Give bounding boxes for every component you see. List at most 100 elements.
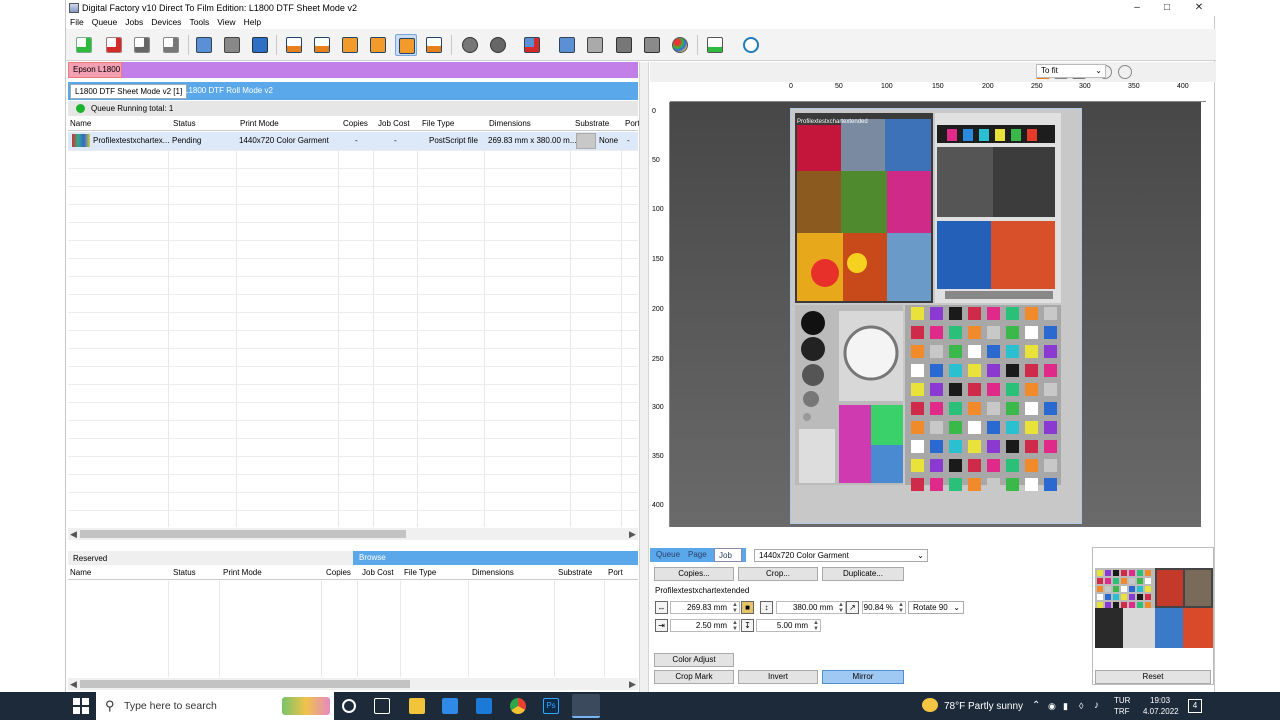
res-col-status[interactable]: Status: [173, 568, 196, 577]
pause-job-button[interactable]: [160, 34, 182, 56]
table-row[interactable]: Profilextestxchartex... Pending 1440x720…: [68, 132, 638, 150]
menu-view[interactable]: View: [217, 16, 235, 29]
col-port[interactable]: Port: [625, 119, 640, 128]
digital-factory-taskbar-icon[interactable]: [572, 694, 600, 718]
res-col-copies[interactable]: Copies: [326, 568, 351, 577]
job-artwork[interactable]: Profilextestxchartextended: [795, 113, 1061, 491]
reserved-scroll-left-icon[interactable]: ◀: [70, 678, 77, 690]
store-icon[interactable]: [442, 698, 458, 714]
printer-config-button[interactable]: [641, 34, 663, 56]
scale-field[interactable]: 90.84 % ▲ ▼: [862, 601, 906, 614]
tab-page[interactable]: Page: [688, 550, 707, 559]
col-copies[interactable]: Copies: [343, 119, 368, 128]
menu-queue[interactable]: Queue: [92, 16, 118, 29]
language-top[interactable]: TUR: [1114, 696, 1130, 705]
color-palette-button[interactable]: [669, 34, 691, 56]
inspect-button[interactable]: [704, 34, 726, 56]
col-substrate[interactable]: Substrate: [575, 119, 609, 128]
file-explorer-icon[interactable]: [409, 698, 425, 714]
rotate-button[interactable]: [423, 34, 445, 56]
preview-canvas[interactable]: Profilextestxchartextended: [670, 102, 1201, 527]
res-col-job-cost[interactable]: Job Cost: [362, 568, 394, 577]
col-name[interactable]: Name: [70, 119, 91, 128]
reserved-scroll-right-icon[interactable]: ▶: [629, 678, 636, 690]
reserved-scroll-thumb[interactable]: [80, 680, 410, 688]
tab-job[interactable]: Job: [714, 548, 742, 562]
cancel-button[interactable]: [487, 34, 509, 56]
mirror-button[interactable]: Mirror: [822, 670, 904, 684]
col-status[interactable]: Status: [173, 119, 196, 128]
res-col-port[interactable]: Port: [608, 568, 623, 577]
clock-date[interactable]: 4.07.2022: [1143, 707, 1179, 716]
panel-splitter[interactable]: [639, 62, 649, 692]
crop-mark-button[interactable]: Crop Mark: [654, 670, 734, 684]
offset-y-stepper[interactable]: ▲ ▼: [813, 620, 819, 632]
printer-button[interactable]: [221, 34, 243, 56]
navigate-button[interactable]: [740, 34, 762, 56]
jobs-stack-button[interactable]: [193, 34, 215, 56]
invert-button[interactable]: Invert: [738, 670, 818, 684]
menu-devices[interactable]: Devices: [151, 16, 181, 29]
print-settings-button[interactable]: [613, 34, 635, 56]
notifications-icon[interactable]: 4: [1188, 699, 1202, 713]
col-print-mode[interactable]: Print Mode: [240, 119, 279, 128]
zoom-out-icon[interactable]: [1118, 65, 1132, 79]
height-stepper[interactable]: ▲ ▼: [838, 602, 844, 614]
color-adjust-button[interactable]: Color Adjust: [654, 653, 734, 667]
stop-job-button[interactable]: [521, 34, 543, 56]
reserved-list-scrollbar[interactable]: ◀ ▶: [68, 678, 638, 690]
res-col-file-type[interactable]: File Type: [404, 568, 436, 577]
res-col-name[interactable]: Name: [70, 568, 91, 577]
width-stepper[interactable]: ▲ ▼: [732, 602, 738, 614]
reset-button[interactable]: Reset: [1095, 670, 1211, 684]
height-field[interactable]: 380.00 mm ▲ ▼: [776, 601, 846, 614]
copies-button[interactable]: Copies...: [654, 567, 734, 581]
print-job-button[interactable]: [131, 34, 153, 56]
task-view-icon[interactable]: [374, 698, 390, 714]
res-col-substrate[interactable]: Substrate: [558, 568, 592, 577]
tab-queue-roll-mode[interactable]: L1800 DTF Roll Mode v2: [180, 84, 277, 99]
add-job-button[interactable]: [73, 34, 95, 56]
menu-help[interactable]: Help: [244, 16, 261, 29]
cortana-icon[interactable]: [342, 699, 356, 713]
offset-x-stepper[interactable]: ▲ ▼: [732, 620, 738, 632]
chrome-icon[interactable]: [510, 698, 526, 714]
windows-start-icon[interactable]: [73, 698, 89, 714]
scroll-thumb[interactable]: [80, 530, 406, 538]
crop-button[interactable]: Crop...: [738, 567, 818, 581]
tab-queue[interactable]: Queue: [656, 550, 680, 559]
fit-height-button[interactable]: [367, 34, 389, 56]
cutter-button[interactable]: [584, 34, 606, 56]
scroll-left-icon[interactable]: ◀: [70, 528, 77, 540]
settings-button[interactable]: [459, 34, 481, 56]
photoshop-icon[interactable]: Ps: [543, 698, 559, 714]
browse-tab[interactable]: Browse: [353, 551, 638, 565]
fit-width-button[interactable]: [339, 34, 361, 56]
maximize-button[interactable]: □: [1152, 1, 1182, 15]
zoom-select[interactable]: To fit ⌄: [1036, 64, 1106, 78]
print-mode-select[interactable]: 1440x720 Color Garment ⌄: [754, 549, 928, 562]
menu-jobs[interactable]: Jobs: [125, 16, 143, 29]
printer-name[interactable]: Epson L1800: [68, 62, 122, 78]
mail-icon[interactable]: [476, 698, 492, 714]
res-col-dimensions[interactable]: Dimensions: [472, 568, 514, 577]
res-col-print-mode[interactable]: Print Mode: [223, 568, 262, 577]
fit-page-button[interactable]: [395, 34, 417, 56]
col-dimensions[interactable]: Dimensions: [489, 119, 531, 128]
weather-icon[interactable]: [922, 698, 938, 712]
scale-stepper[interactable]: ▲ ▼: [898, 602, 904, 614]
close-button[interactable]: ✕: [1184, 1, 1214, 15]
tab-queue-sheet-mode[interactable]: L1800 DTF Sheet Mode v2 [1]: [70, 84, 188, 99]
scroll-right-icon[interactable]: ▶: [629, 528, 636, 540]
lock-aspect-icon[interactable]: ■: [741, 601, 754, 614]
menu-tools[interactable]: Tools: [189, 16, 209, 29]
weather-text[interactable]: 78°F Partly sunny: [944, 701, 1023, 712]
network-status-icon[interactable]: ◉: [1048, 701, 1056, 712]
align-left-button[interactable]: [283, 34, 305, 56]
taskbar-search-input[interactable]: ⚲ Type here to search: [96, 692, 334, 720]
rotate-select[interactable]: Rotate 90 ⌄: [908, 601, 964, 614]
align-center-button[interactable]: [311, 34, 333, 56]
col-file-type[interactable]: File Type: [422, 119, 454, 128]
col-job-cost[interactable]: Job Cost: [378, 119, 410, 128]
menu-file[interactable]: File: [70, 16, 84, 29]
